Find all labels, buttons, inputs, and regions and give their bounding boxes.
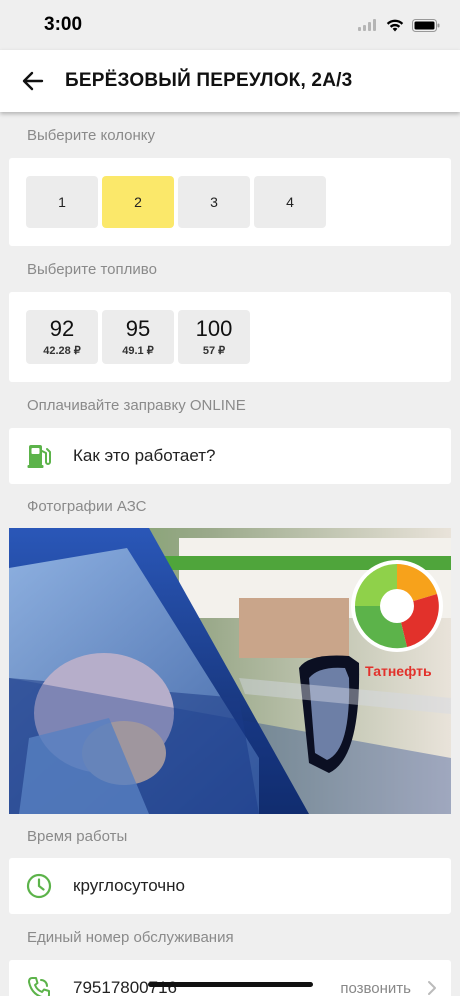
app-bar: БЕРЁЗОВЫЙ ПЕРЕУЛОК, 2А/3 — [0, 50, 460, 112]
service-phone-number: 79517800716 — [73, 978, 178, 996]
pump-button-1[interactable]: 1 — [26, 176, 98, 228]
back-button[interactable] — [18, 66, 48, 96]
fuel-button-92[interactable]: 92 42.28 ₽ — [26, 310, 98, 364]
arrow-left-icon — [22, 71, 44, 91]
cellular-signal-icon — [358, 19, 376, 31]
station-logo-text: Татнефть — [365, 663, 432, 679]
station-photo-image: Татнефть — [9, 528, 451, 814]
phone-call-icon — [25, 974, 53, 996]
call-action[interactable]: позвонить — [340, 980, 451, 996]
battery-icon — [412, 18, 440, 32]
status-time: 3:00 — [44, 14, 83, 35]
working-hours-value: круглосуточно — [73, 876, 185, 895]
fuel-section-label: Выберите топливо — [27, 260, 157, 278]
fuel-grade: 95 — [125, 316, 151, 341]
home-indicator[interactable] — [148, 982, 313, 987]
how-it-works-row[interactable]: Как это работает? — [9, 428, 451, 484]
pump-section-label: Выберите колонку — [27, 126, 156, 144]
fuel-pump-icon — [25, 442, 53, 470]
online-section-label: Оплачивайте заправку ONLINE — [27, 396, 246, 414]
fuel-price: 57 ₽ — [202, 345, 226, 357]
wifi-icon — [386, 19, 404, 31]
call-button[interactable]: позвонить — [340, 980, 411, 996]
status-icons — [358, 18, 440, 32]
working-hours-row: круглосуточно — [9, 858, 451, 914]
fuel-price: 49.1 ₽ — [122, 345, 154, 357]
status-bar: 3:00 — [0, 0, 460, 50]
fuel-selector: 92 42.28 ₽ 95 49.1 ₽ 100 57 ₽ — [9, 292, 451, 382]
fuel-grade: 92 — [49, 316, 75, 341]
service-phone-section-label: Единый номер обслуживания — [27, 928, 234, 946]
photos-section-label: Фотографии АЗС — [27, 497, 147, 515]
station-photo[interactable]: Татнефть — [9, 528, 451, 814]
fuel-button-95[interactable]: 95 49.1 ₽ — [102, 310, 174, 364]
pump-button-4[interactable]: 4 — [254, 176, 326, 228]
pump-button-3[interactable]: 3 — [178, 176, 250, 228]
fuel-button-100[interactable]: 100 57 ₽ — [178, 310, 250, 364]
how-it-works-label: Как это работает? — [73, 446, 216, 465]
chevron-right-icon — [428, 981, 436, 995]
hours-section-label: Время работы — [27, 827, 128, 845]
fuel-price: 42.28 ₽ — [43, 345, 81, 357]
clock-icon — [25, 872, 53, 900]
pump-selector: 1 2 3 4 — [9, 158, 451, 246]
fuel-grade: 100 — [195, 316, 233, 341]
pump-button-2[interactable]: 2 — [102, 176, 174, 228]
service-phone-row[interactable]: 79517800716 позвонить — [9, 960, 451, 996]
page-title: БЕРЁЗОВЫЙ ПЕРЕУЛОК, 2А/3 — [65, 70, 353, 91]
